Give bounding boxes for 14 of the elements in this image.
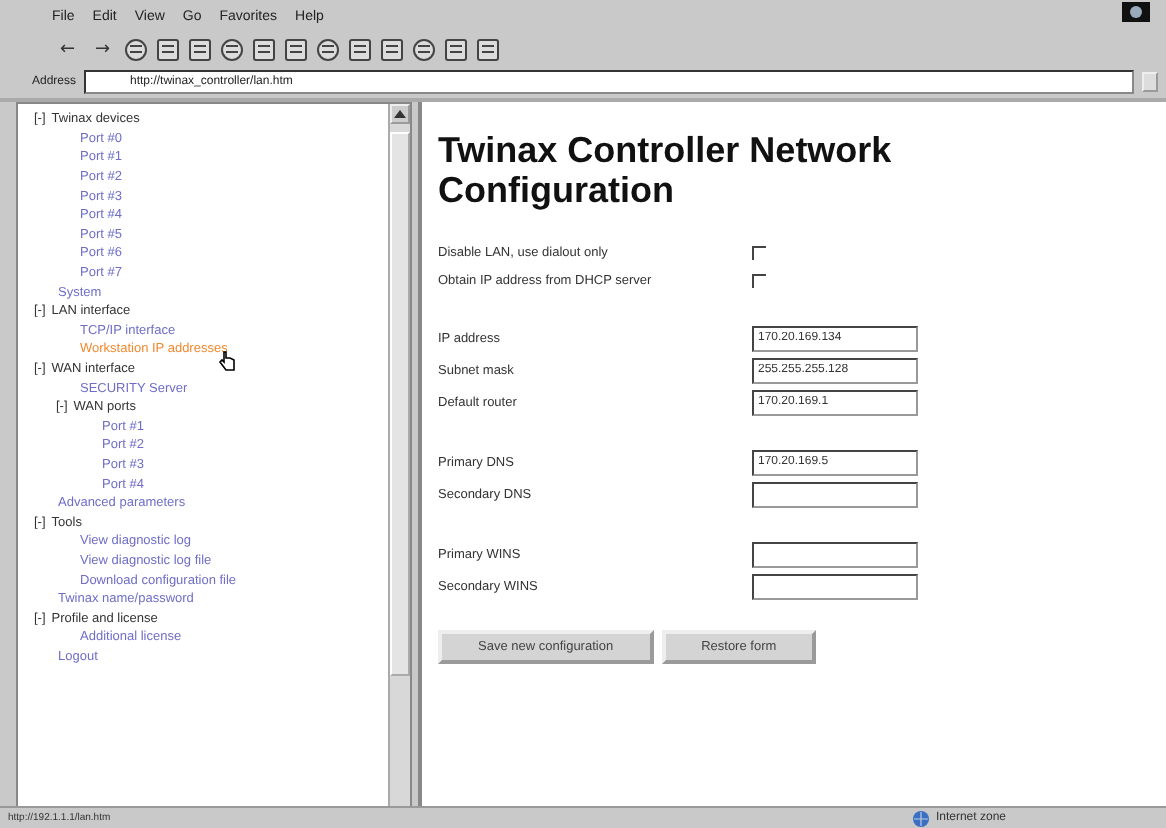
hand-cursor-icon <box>217 350 236 373</box>
globe-icon <box>911 809 930 827</box>
scroll-up-arrow-icon[interactable] <box>390 104 410 124</box>
page-title: Twinax Controller Network Configuration <box>438 130 894 210</box>
browser-logo-icon <box>1122 2 1150 22</box>
input-field[interactable] <box>752 481 918 507</box>
back-button[interactable]: ← <box>52 40 84 60</box>
scrollbar[interactable] <box>388 104 410 806</box>
input-field[interactable] <box>752 541 918 567</box>
scroll-thumb[interactable] <box>390 132 410 676</box>
checkbox[interactable] <box>752 273 766 287</box>
forward-button[interactable]: → <box>87 40 119 60</box>
checkbox[interactable] <box>752 245 766 259</box>
input-field[interactable] <box>752 573 918 599</box>
